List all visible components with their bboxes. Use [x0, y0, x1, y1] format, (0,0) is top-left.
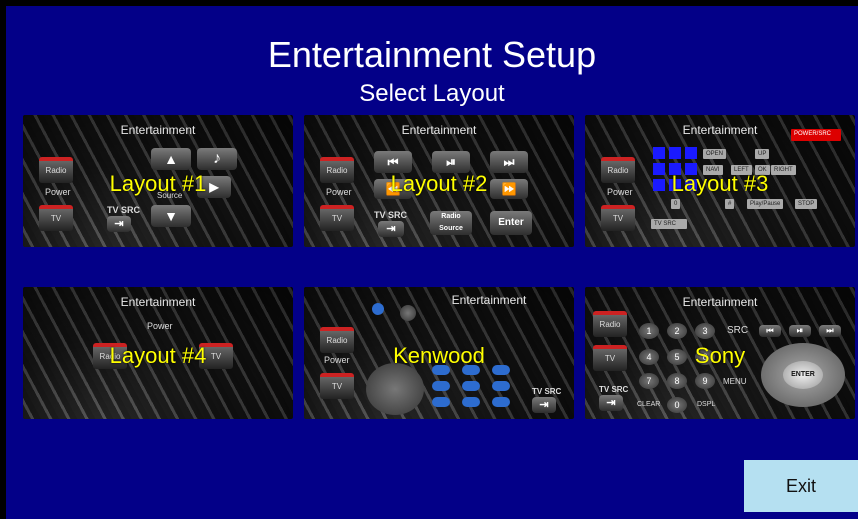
next-track-icon: ⏭	[490, 151, 528, 173]
src-label: SRC	[727, 325, 749, 336]
tv-button: TV	[601, 205, 635, 231]
enter-button: Enter	[490, 211, 532, 235]
layout-3-card[interactable]: Entertainment POWER/SRC Radio Power TV O…	[585, 115, 855, 247]
menu-label: MENU	[723, 377, 747, 386]
layout-4-header: Entertainment	[120, 295, 196, 309]
layout-2-label: Layout #2	[390, 171, 488, 196]
power-label: Power	[147, 321, 173, 331]
layout-2-header: Entertainment	[401, 123, 477, 137]
page-subtitle: Select Layout	[359, 80, 505, 107]
tv-src-label: TV SRC	[374, 210, 408, 220]
music-note-icon: ♪	[197, 148, 237, 170]
tv-button: TV	[320, 373, 354, 399]
digit-2-button: 2	[667, 323, 687, 339]
sony-card[interactable]: Entertainment Radio TV TV SRC ⇥ 1 2 3 SR…	[585, 287, 855, 419]
tv-src-label: TV SRC	[599, 385, 629, 394]
digit-1-button: 1	[639, 323, 659, 339]
play-pause-button: Play/Pause	[747, 199, 784, 209]
layout-1-card[interactable]: Entertainment Radio Power TV ▲ ♪ ▶ Sourc…	[23, 115, 293, 247]
layout-2-card[interactable]: Entertainment Radio Power TV ⏮ ⏯ ⏭ ⏪ ⏩ T…	[304, 115, 574, 247]
sony-label: Sony	[694, 343, 746, 368]
play-pause-icon: ⏯	[432, 151, 470, 173]
hash-button: #	[725, 199, 735, 209]
zero-button: 0	[671, 199, 681, 209]
tv-src-label: TV SRC	[532, 387, 562, 396]
clear-label: CLEAR	[637, 401, 661, 408]
entertainment-setup-screen: Entertainment Setup Select Layout Entert…	[6, 6, 858, 519]
layout-4-card[interactable]: Entertainment Power Radio TV Layout #4	[23, 287, 293, 419]
input-icon: ⇥	[532, 397, 556, 413]
digit-3-button: 3	[695, 323, 715, 339]
up-arrow-icon: ▲	[151, 148, 191, 170]
keypad-key	[462, 397, 480, 407]
keypad-key	[432, 381, 450, 391]
layout-1-label: Layout #1	[109, 171, 207, 196]
power-src-button: POWER/SRC	[791, 129, 841, 141]
tv-src-label: TV SRC	[107, 205, 141, 215]
input-icon: ⇥	[599, 395, 623, 411]
tv-button: TV	[39, 205, 73, 231]
volume-knob-icon	[400, 305, 416, 321]
power-dot-icon	[372, 303, 384, 315]
kenwood-header: Entertainment	[451, 293, 527, 307]
stop-button: STOP	[795, 199, 818, 209]
radio-button: Radio	[593, 311, 627, 337]
sony-header: Entertainment	[682, 295, 758, 309]
kenwood-card[interactable]: Entertainment Radio Power TV TV SRC ⇥ Ke…	[304, 287, 574, 419]
keypad-key	[653, 147, 665, 159]
keypad-key	[462, 381, 480, 391]
next-track-icon: ⏭	[819, 325, 841, 337]
down-arrow-icon: ▼	[151, 205, 191, 227]
keypad-key	[685, 147, 697, 159]
kenwood-label: Kenwood	[393, 343, 485, 368]
dpad-ring	[366, 363, 424, 415]
digit-8-button: 8	[667, 373, 687, 389]
digit-7-button: 7	[639, 373, 659, 389]
keypad-key	[432, 397, 450, 407]
layout-4-label: Layout #4	[109, 343, 207, 368]
tv-button: TV	[320, 205, 354, 231]
exit-button[interactable]: Exit	[744, 460, 858, 512]
digit-9-button: 9	[695, 373, 715, 389]
layout-1-header: Entertainment	[120, 123, 196, 137]
keypad-key	[669, 147, 681, 159]
previous-track-icon: ⏮	[374, 151, 412, 173]
radio-source-button: Radio Source	[430, 211, 472, 235]
keypad-key	[492, 381, 510, 391]
tv-src-button: TV SRC	[651, 219, 687, 229]
digit-0-button: 0	[667, 397, 687, 413]
input-icon: ⇥	[107, 216, 131, 232]
up-button: UP	[755, 149, 770, 159]
page-title: Entertainment Setup	[267, 34, 597, 75]
keypad-key	[492, 397, 510, 407]
previous-track-icon: ⏮	[759, 325, 781, 337]
display-label: DSPL	[697, 401, 716, 408]
input-icon: ⇥	[378, 221, 404, 237]
layout-3-label: Layout #3	[671, 171, 769, 196]
play-pause-icon: ⏯	[789, 325, 811, 337]
open-button: OPEN	[703, 149, 727, 159]
